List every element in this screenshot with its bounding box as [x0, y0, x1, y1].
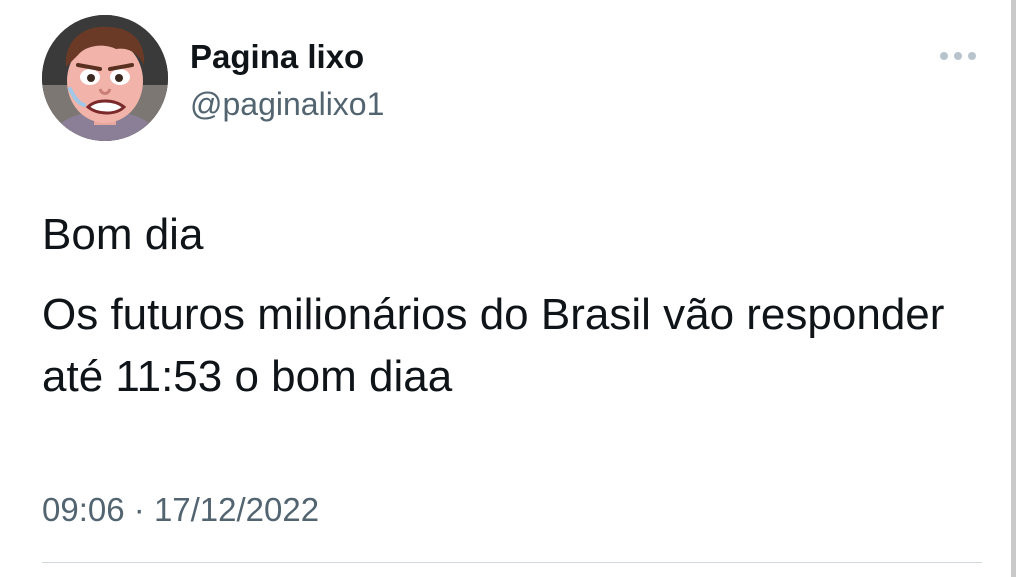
cartoon-face-icon: [42, 15, 168, 141]
tweet-card: Pagina lixo @paginalixo1 Bom dia Os futu…: [0, 0, 1024, 577]
more-options-button[interactable]: [936, 44, 980, 68]
tweet-date: 17/12/2022: [153, 491, 320, 528]
author-info: Pagina lixo @paginalixo1: [190, 38, 384, 122]
tweet-time: 09:06: [42, 491, 125, 528]
tweet-text-line: Os futuros milionários do Brasil vão res…: [42, 290, 945, 401]
meta-separator: ·: [133, 491, 145, 528]
more-horizontal-icon: [940, 52, 976, 60]
author-display-name[interactable]: Pagina lixo: [190, 38, 384, 76]
divider: [42, 562, 982, 563]
tweet-timestamp[interactable]: 09:06 · 17/12/2022: [42, 490, 319, 530]
tweet-text: Bom dia Os futuros milionários do Brasil…: [42, 204, 982, 408]
author-avatar[interactable]: [42, 15, 168, 141]
author-handle[interactable]: @paginalixo1: [190, 86, 384, 122]
window-edge: [1011, 0, 1016, 577]
tweet-text-line: Bom dia: [42, 210, 204, 259]
